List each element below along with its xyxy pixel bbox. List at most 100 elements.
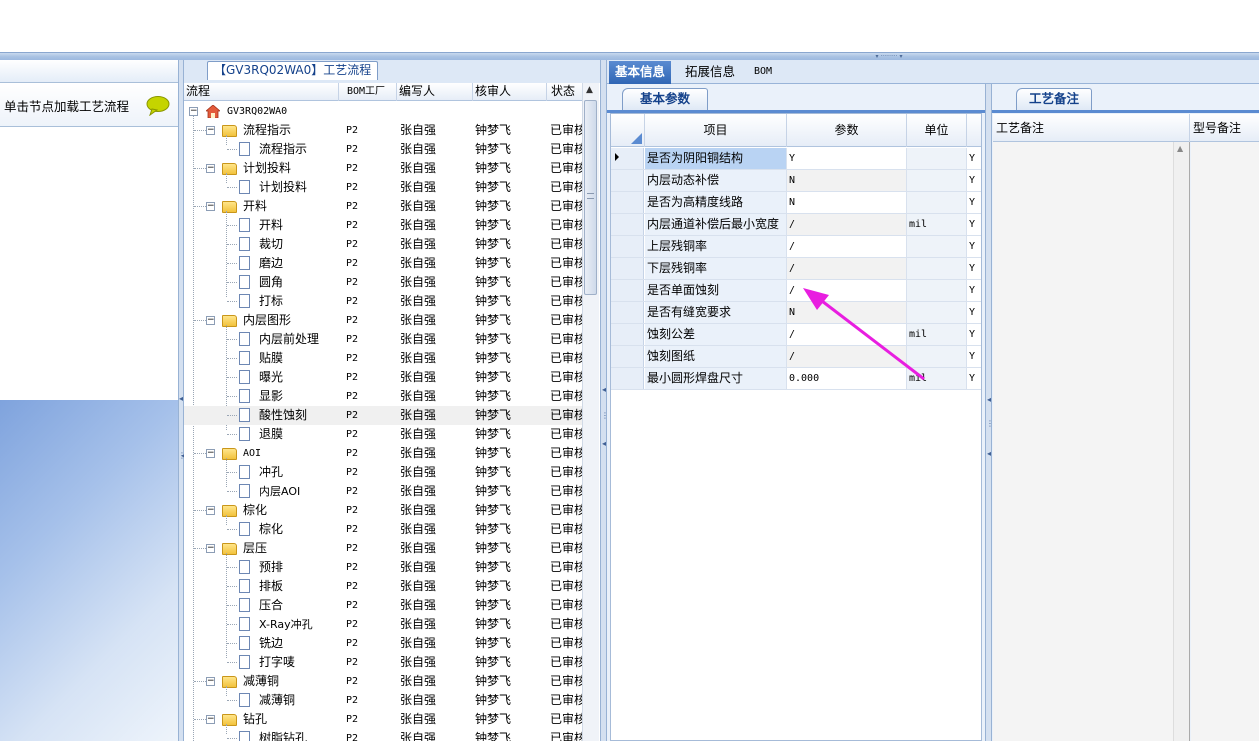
collapse-toggle-icon[interactable]: − xyxy=(206,715,215,724)
tree-row[interactable]: − 减薄铜 P2 张自强 钟梦飞 已审核 xyxy=(184,672,582,696)
row-selector[interactable] xyxy=(611,258,644,279)
collapse-toggle-icon[interactable]: − xyxy=(206,316,215,325)
param-value-cell[interactable]: N xyxy=(787,302,907,323)
column-header-unit[interactable]: 单位 xyxy=(907,114,967,147)
collapse-toggle-icon[interactable]: − xyxy=(189,107,198,116)
row-selector[interactable] xyxy=(611,302,644,323)
param-value-cell[interactable]: N xyxy=(787,192,907,213)
collapse-toggle-icon[interactable]: − xyxy=(206,202,215,211)
column-header-item[interactable]: 项目 xyxy=(645,114,787,147)
row-selector[interactable] xyxy=(611,148,644,169)
params-row[interactable]: 是否为高精度线路 N Y xyxy=(611,192,981,214)
tree-row[interactable]: 棕化 P2 张自强 钟梦飞 已审核 xyxy=(184,520,582,539)
params-row[interactable]: 最小圆形焊盘尺寸 0.000 mil Y xyxy=(611,368,981,390)
collapse-toggle-icon[interactable]: − xyxy=(206,449,215,458)
param-value-cell[interactable]: N xyxy=(787,170,907,191)
tree-row[interactable]: 计划投料 P2 张自强 钟梦飞 已审核 xyxy=(184,178,582,197)
param-value-cell[interactable]: / xyxy=(787,214,907,235)
collapse-toggle-icon[interactable]: − xyxy=(206,544,215,553)
row-selector[interactable] xyxy=(611,346,644,367)
collapse-toggle-icon[interactable]: − xyxy=(206,506,215,515)
tree-row[interactable]: 贴膜 P2 张自强 钟梦飞 已审核 xyxy=(184,349,582,368)
collapse-toggle-icon[interactable]: − xyxy=(206,164,215,173)
column-header-flow[interactable]: 流程 xyxy=(184,83,339,101)
column-header-status[interactable]: 状态 xyxy=(547,83,582,101)
right-splitter[interactable]: ◂ ⋮ ◂ xyxy=(985,84,994,741)
param-value-cell[interactable]: 0.000 xyxy=(787,368,907,389)
tree-row[interactable]: 内层前处理 P2 张自强 钟梦飞 已审核 xyxy=(184,330,582,349)
tab-basic-info[interactable]: 基本信息 xyxy=(609,61,672,84)
row-selector[interactable] xyxy=(611,214,644,235)
tree-row[interactable]: 铣边 P2 张自强 钟梦飞 已审核 xyxy=(184,634,582,653)
middle-splitter[interactable]: ◂ ⋮ ◂ xyxy=(600,60,609,741)
params-row[interactable]: 内层通道补偿后最小宽度 / mil Y xyxy=(611,214,981,236)
remarks-scrollbar[interactable]: ▲ xyxy=(1173,142,1190,741)
column-header-writer[interactable]: 编写人 xyxy=(397,83,473,101)
params-row[interactable]: 蚀刻公差 / mil Y xyxy=(611,324,981,346)
tree-row[interactable]: 流程指示 P2 张自强 钟梦飞 已审核 xyxy=(184,140,582,159)
param-value-cell[interactable]: / xyxy=(787,324,907,345)
params-row[interactable]: 蚀刻图纸 / Y xyxy=(611,346,981,368)
tree-row[interactable]: 开料 P2 张自强 钟梦飞 已审核 xyxy=(184,216,582,235)
params-row[interactable]: 内层动态补偿 N Y xyxy=(611,170,981,192)
tree-row[interactable]: 减薄铜 P2 张自强 钟梦飞 已审核 xyxy=(184,691,582,710)
row-selector[interactable] xyxy=(611,324,644,345)
tree-row[interactable]: 打字唛 P2 张自强 钟梦飞 已审核 xyxy=(184,653,582,672)
collapse-toggle-icon[interactable]: − xyxy=(206,126,215,135)
tree-row[interactable]: − 层压 P2 张自强 钟梦飞 已审核 xyxy=(184,539,582,658)
scroll-up-icon-2[interactable]: ▲ xyxy=(1177,144,1183,153)
param-value-cell[interactable]: / xyxy=(787,236,907,257)
scroll-up-icon[interactable]: ▲ xyxy=(586,85,593,95)
column-header-bom[interactable]: BOM工厂 xyxy=(345,83,397,101)
process-remarks-textarea[interactable] xyxy=(993,142,1173,741)
tree-row[interactable]: 压合 P2 张自强 钟梦飞 已审核 xyxy=(184,596,582,615)
tree-row[interactable]: 退膜 P2 张自强 钟梦飞 已审核 xyxy=(184,425,582,444)
param-value-cell[interactable]: / xyxy=(787,280,907,301)
tree-row[interactable]: 树脂钻孔 P2 张自强 钟梦飞 已审核 xyxy=(184,729,582,741)
column-header-reviewer[interactable]: 核审人 xyxy=(473,83,547,101)
tree-row[interactable]: 预排 P2 张自强 钟梦飞 已审核 xyxy=(184,558,582,577)
tree-row[interactable]: 曝光 P2 张自强 钟梦飞 已审核 xyxy=(184,368,582,387)
tree-row[interactable]: X-Ray冲孔 P2 张自强 钟梦飞 已审核 xyxy=(184,615,582,634)
row-selector[interactable] xyxy=(611,170,644,191)
tree-row[interactable]: − 内层图形 P2 张自强 钟梦飞 已审核 xyxy=(184,311,582,430)
params-row[interactable]: 是否单面蚀刻 / Y xyxy=(611,280,981,302)
params-row[interactable]: 是否有缝宽要求 N Y xyxy=(611,302,981,324)
tree-row[interactable]: 打标 P2 张自强 钟梦飞 已审核 xyxy=(184,292,582,311)
top-splitter[interactable] xyxy=(0,52,1259,60)
tree-scrollbar-thumb[interactable] xyxy=(584,100,597,295)
param-value-cell[interactable]: / xyxy=(787,346,907,367)
tree-row[interactable]: − 开料 P2 张自强 钟梦飞 已审核 xyxy=(184,197,582,297)
params-row[interactable]: 是否为阴阳铜结构 Y Y xyxy=(611,148,981,170)
column-header-param[interactable]: 参数 xyxy=(787,114,907,147)
tree-row[interactable]: 圆角 P2 张自强 钟梦飞 已审核 xyxy=(184,273,582,292)
tree-row[interactable]: − AOI P2 张自强 钟梦飞 已审核 xyxy=(184,444,582,487)
tab-bom[interactable]: BOM xyxy=(748,61,778,84)
param-value-cell[interactable]: / xyxy=(787,258,907,279)
tree-row[interactable]: 裁切 P2 张自强 钟梦飞 已审核 xyxy=(184,235,582,254)
collapse-toggle-icon[interactable]: − xyxy=(206,677,215,686)
tree-row[interactable]: 酸性蚀刻 P2 张自强 钟梦飞 已审核 xyxy=(184,406,582,425)
row-selector[interactable] xyxy=(611,368,644,389)
tree-row[interactable]: 显影 P2 张自强 钟梦飞 已审核 xyxy=(184,387,582,406)
tree-row[interactable]: − 棕化 P2 张自强 钟梦飞 已审核 xyxy=(184,501,582,525)
tree-row[interactable]: − 流程指示 P2 张自强 钟梦飞 已审核 xyxy=(184,121,582,145)
tree-row[interactable]: 排板 P2 张自强 钟梦飞 已审核 xyxy=(184,577,582,596)
tab-basic-params[interactable]: 基本参数 xyxy=(622,88,708,110)
tree-row[interactable]: − 钻孔 P2 张自强 钟梦飞 已审核 xyxy=(184,710,582,734)
param-value-cell[interactable]: Y xyxy=(787,148,907,169)
tree-row[interactable]: − 计划投料 P2 张自强 钟梦飞 已审核 xyxy=(184,159,582,183)
tab-extended-info[interactable]: 拓展信息 xyxy=(679,61,741,84)
row-selector[interactable] xyxy=(611,280,644,301)
row-selector[interactable] xyxy=(611,192,644,213)
params-row[interactable]: 上层残铜率 / Y xyxy=(611,236,981,258)
tree-root-row[interactable]: − GV3RQ02WA0 xyxy=(184,102,582,121)
tree-row[interactable]: 内层AOI P2 张自强 钟梦飞 已审核 xyxy=(184,482,582,501)
params-row[interactable]: 下层残铜率 / Y xyxy=(611,258,981,280)
tree-row[interactable]: 冲孔 P2 张自强 钟梦飞 已审核 xyxy=(184,463,582,482)
row-selector[interactable] xyxy=(611,236,644,257)
model-remarks-textarea[interactable] xyxy=(1191,142,1259,741)
tab-process-remarks[interactable]: 工艺备注 xyxy=(1016,88,1092,110)
tree-row[interactable]: 磨边 P2 张自强 钟梦飞 已审核 xyxy=(184,254,582,273)
select-all-corner[interactable] xyxy=(611,114,645,147)
